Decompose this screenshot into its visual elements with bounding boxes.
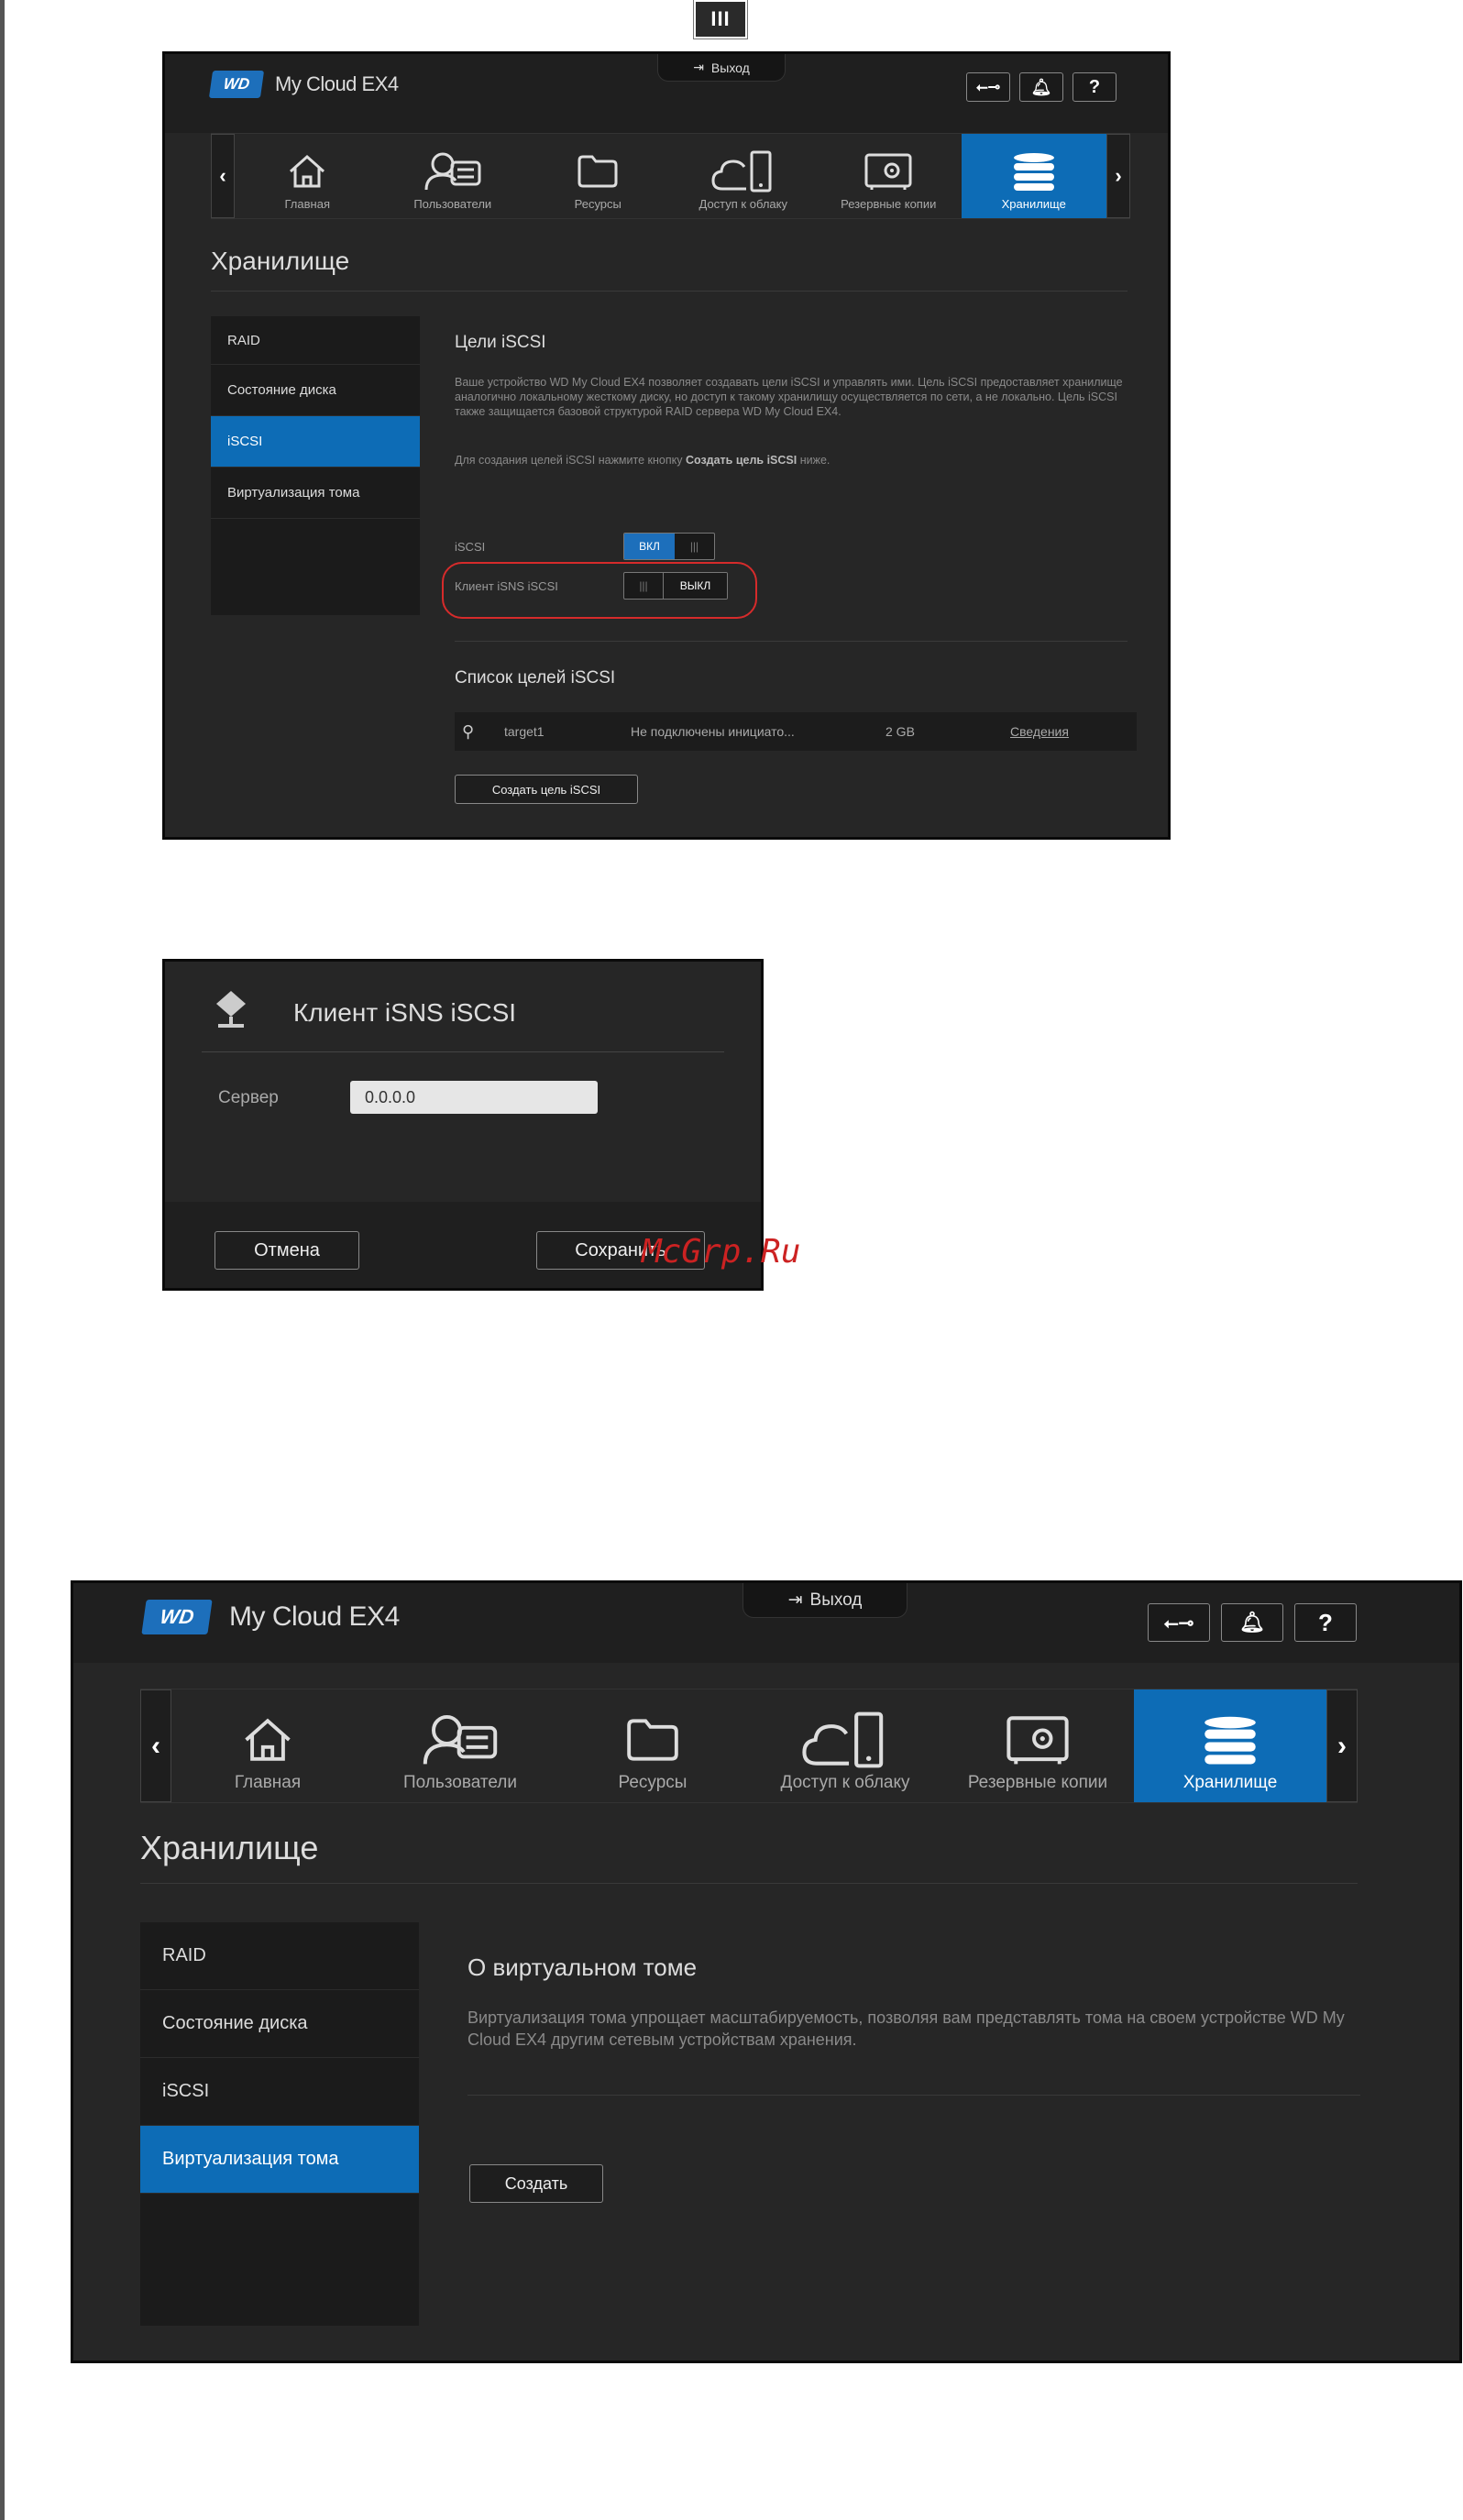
top-bar: WD My Cloud EX4 ⇥ Выход ⭠⊸ 🔔︎ ?	[73, 1583, 1459, 1663]
safe-icon	[863, 146, 914, 197]
title-divider	[211, 291, 1128, 292]
sidebar-item-disk-status[interactable]: Состояние диска	[211, 365, 420, 416]
usb-button[interactable]: ⭠⊸	[966, 72, 1010, 102]
exit-icon: ⇥	[787, 1590, 803, 1610]
iscsi-label: iSCSI	[455, 540, 486, 554]
sidebar-item-iscsi[interactable]: iSCSI	[140, 2058, 419, 2126]
main-nav: ‹ Главная Пользователи Ресурсы Доступ к …	[211, 133, 1130, 219]
cloud-device-icon	[799, 1707, 891, 1773]
nav-cloud-access[interactable]: Доступ к облаку	[671, 134, 817, 218]
create-button[interactable]: Создать	[469, 2164, 603, 2203]
dialog-icon	[213, 989, 249, 1029]
section-divider	[455, 641, 1128, 642]
page-title: Хранилище	[211, 247, 350, 275]
exit-icon: ⇥	[693, 60, 704, 74]
sidebar: RAID Состояние диска iSCSI Виртуализация…	[211, 316, 420, 615]
iscsi-description: Ваше устройство WD My Cloud EX4 позволяе…	[455, 376, 1123, 418]
virtualization-description: Виртуализация тома упрощает масштабируем…	[468, 2008, 1345, 2049]
main-nav: ‹ Главная Пользователи Ресурсы Доступ к …	[140, 1689, 1358, 1803]
screenshot-volume-virtualization: WD My Cloud EX4 ⇥ Выход ⭠⊸ 🔔︎ ? ‹ Главная…	[71, 1580, 1462, 2363]
storage-stack-icon	[1010, 146, 1058, 197]
nav-storage[interactable]: Хранилище	[961, 134, 1106, 218]
nav-users[interactable]: Пользователи	[364, 1689, 556, 1802]
storage-stack-icon	[1200, 1707, 1260, 1773]
watermark: McGrp.Ru	[642, 1233, 801, 1271]
product-name: My Cloud EX4	[275, 72, 399, 95]
exit-button[interactable]: ⇥ Выход	[657, 54, 786, 82]
nav-home[interactable]: Главная	[235, 134, 380, 218]
target-icon: ⚲	[462, 721, 475, 741]
nav-storage[interactable]: Хранилище	[1134, 1689, 1326, 1802]
users-icon	[423, 146, 483, 197]
nav-right-arrow[interactable]: ›	[1326, 1689, 1358, 1802]
sidebar: RAID Состояние диска iSCSI Виртуализация…	[140, 1922, 419, 2326]
usb-icon: ⭠⊸	[975, 80, 1001, 95]
page-marker: III	[693, 0, 748, 39]
nav-left-arrow[interactable]: ‹	[140, 1689, 171, 1802]
details-link[interactable]: Сведения	[1010, 724, 1069, 739]
bell-icon: 🔔︎	[1239, 1611, 1265, 1634]
product-name: My Cloud EX4	[229, 1601, 400, 1632]
home-icon	[287, 146, 327, 197]
nav-backups[interactable]: Резервные копии	[941, 1689, 1134, 1802]
section-divider	[468, 2095, 1360, 2096]
usb-button[interactable]: ⭠⊸	[1148, 1603, 1210, 1642]
nav-backups[interactable]: Резервные копии	[816, 134, 962, 218]
table-row[interactable]: ⚲ target1 Не подключены инициато... 2 GB…	[455, 712, 1137, 751]
screenshot-iscsi: WD My Cloud EX4 ⇥ Выход ⭠⊸ 🔔︎ ? ‹ Главная…	[162, 51, 1171, 840]
usb-icon: ⭠⊸	[1163, 1612, 1194, 1634]
page-title: Хранилище	[140, 1829, 319, 1866]
server-input[interactable]	[350, 1081, 598, 1114]
nav-users[interactable]: Пользователи	[380, 134, 526, 218]
isns-label: Клиент iSNS iSCSI	[455, 579, 558, 593]
help-icon: ?	[1088, 76, 1101, 97]
isns-toggle[interactable]: ||| ВЫКЛ	[623, 572, 728, 600]
sidebar-item-volume-virtualization[interactable]: Виртуализация тома	[211, 468, 420, 519]
nav-home[interactable]: Главная	[171, 1689, 364, 1802]
home-icon	[241, 1707, 294, 1773]
folder-icon	[576, 146, 620, 197]
nav-right-arrow[interactable]: ›	[1106, 134, 1130, 218]
help-button[interactable]: ?	[1072, 72, 1116, 102]
folder-icon	[624, 1707, 681, 1773]
create-hint: Для создания целей iSCSI нажмите кнопку …	[455, 454, 830, 467]
section-heading: Цели iSCSI	[455, 333, 546, 352]
section-heading: О виртуальном томе	[468, 1953, 698, 1981]
sidebar-item-disk-status[interactable]: Состояние диска	[140, 1990, 419, 2058]
help-icon: ?	[1318, 1608, 1333, 1636]
exit-button[interactable]: ⇥ Выход	[742, 1583, 908, 1618]
iscsi-toggle[interactable]: ВКЛ |||	[623, 533, 715, 560]
bell-icon: 🔔︎	[1030, 77, 1052, 96]
sidebar-item-iscsi[interactable]: iSCSI	[211, 416, 420, 468]
sidebar-item-raid[interactable]: RAID	[140, 1922, 419, 1990]
dialog-title: Клиент iSNS iSCSI	[293, 998, 517, 1027]
cancel-button[interactable]: Отмена	[214, 1231, 359, 1270]
users-icon	[420, 1707, 500, 1773]
nav-shares[interactable]: Ресурсы	[556, 1689, 749, 1802]
help-button[interactable]: ?	[1294, 1603, 1357, 1642]
safe-icon	[1004, 1707, 1072, 1773]
sidebar-item-volume-virtualization[interactable]: Виртуализация тома	[140, 2126, 419, 2194]
page-edge-bar	[0, 0, 5, 2520]
alerts-button[interactable]: 🔔︎	[1019, 72, 1063, 102]
create-target-button[interactable]: Создать цель iSCSI	[455, 775, 638, 804]
dialog-title-divider	[202, 1051, 724, 1052]
list-title: Список целей iSCSI	[455, 668, 616, 688]
top-bar: WD My Cloud EX4 ⇥ Выход ⭠⊸ 🔔︎ ?	[165, 54, 1168, 133]
title-divider	[140, 1883, 1358, 1884]
alerts-button[interactable]: 🔔︎	[1221, 1603, 1283, 1642]
sidebar-item-raid[interactable]: RAID	[211, 316, 420, 365]
wd-logo: WD	[141, 1600, 213, 1634]
nav-cloud-access[interactable]: Доступ к облаку	[749, 1689, 941, 1802]
nav-left-arrow[interactable]: ‹	[211, 134, 235, 218]
nav-shares[interactable]: Ресурсы	[525, 134, 671, 218]
wd-logo: WD	[208, 71, 265, 98]
cloud-device-icon	[710, 146, 777, 197]
server-label: Сервер	[218, 1088, 279, 1107]
